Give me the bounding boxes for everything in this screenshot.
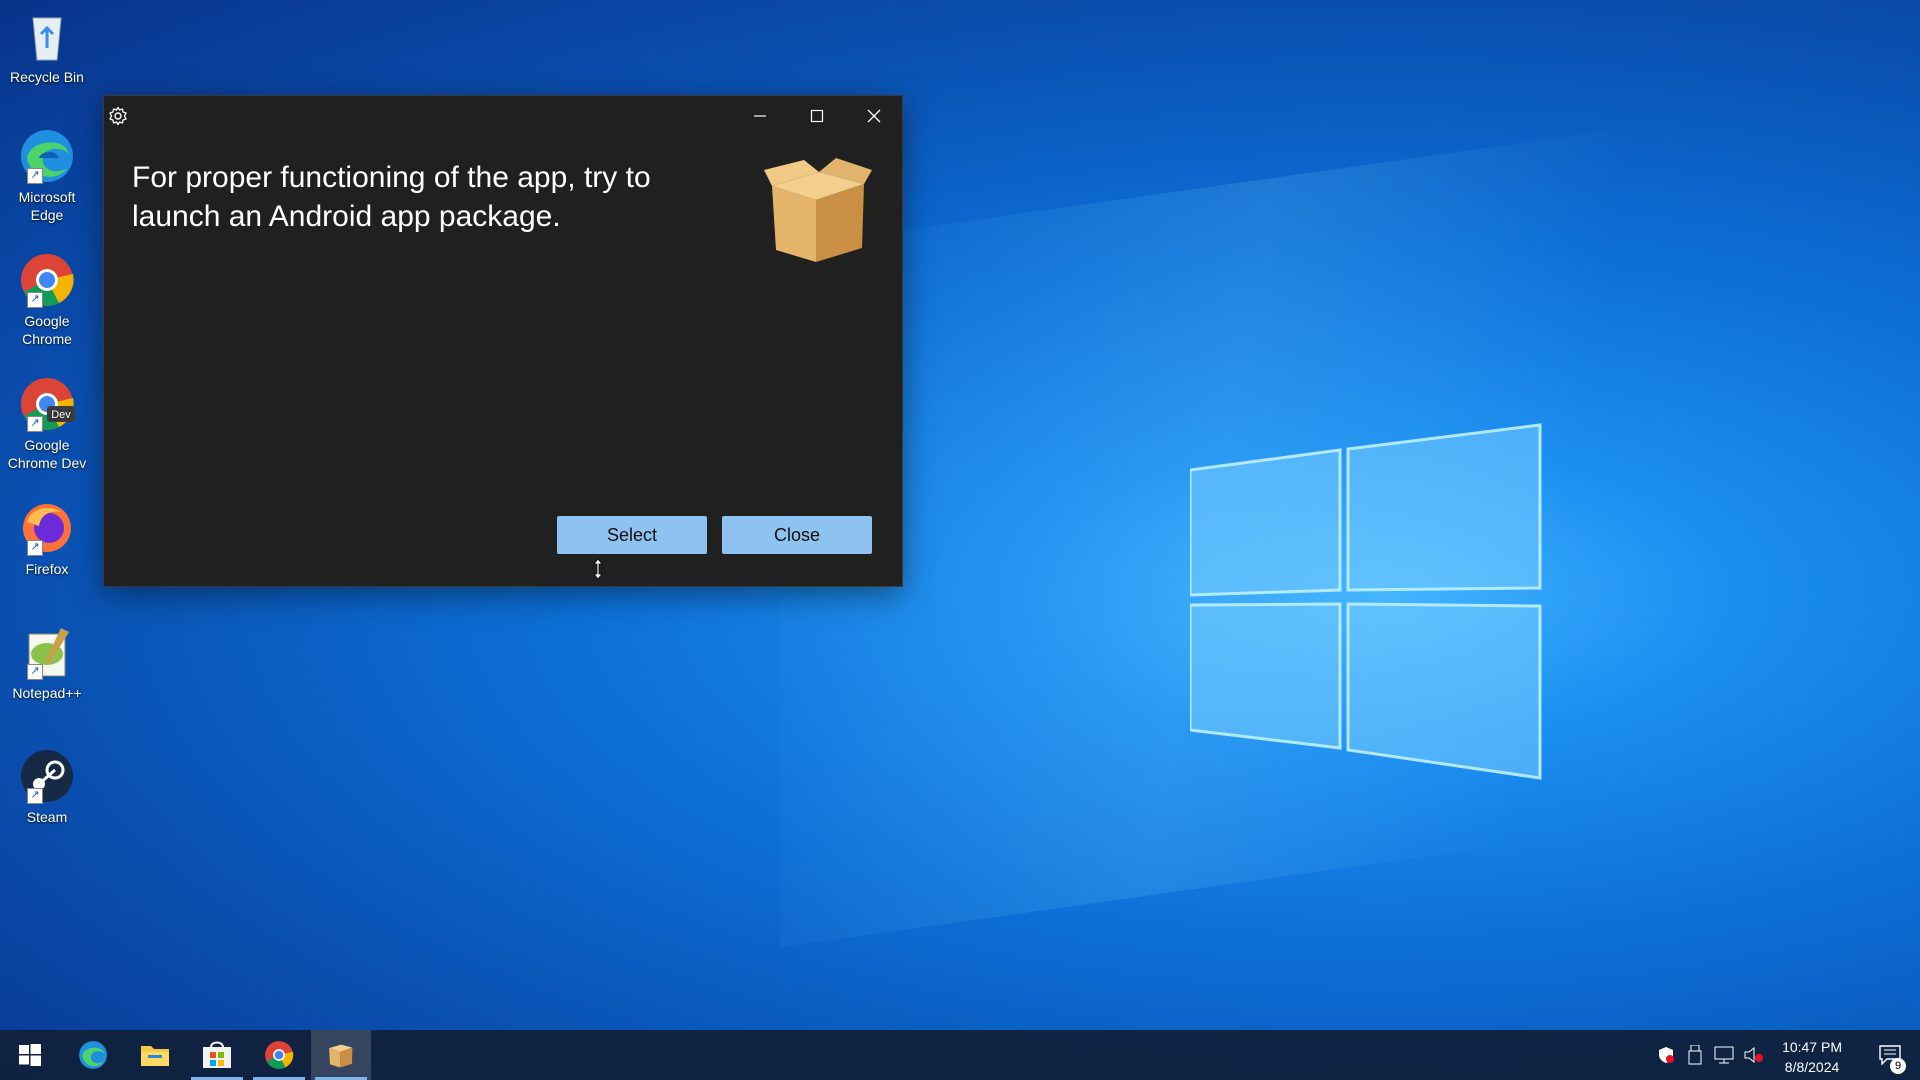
notepadpp-icon: ↗ <box>19 624 75 680</box>
shortcut-arrow-icon: ↗ <box>27 416 43 432</box>
shortcut-arrow-icon: ↗ <box>27 664 43 680</box>
dialog-message: For proper functioning of the app, try t… <box>132 161 651 233</box>
minimize-button[interactable] <box>732 96 788 136</box>
desktop-icon-google-chrome-dev[interactable]: Dev ↗ Google Chrome Dev <box>4 376 90 472</box>
edge-icon: ↗ <box>19 128 75 184</box>
desktop-icon-microsoft-edge[interactable]: ↗ Microsoft Edge <box>4 128 90 224</box>
action-center-button[interactable] <box>1870 1030 1910 1080</box>
taskbar-edge[interactable] <box>63 1030 123 1080</box>
taskbar: 10:47 PM 8/8/2024 9 <box>0 1030 1920 1080</box>
desktop-icon-label: Google Chrome Dev <box>7 437 87 471</box>
close-button[interactable]: Close <box>722 516 872 554</box>
desktop-icon-label: Google Chrome <box>22 313 72 347</box>
shortcut-arrow-icon: ↗ <box>27 788 43 804</box>
clock-date: 8/8/2024 <box>1784 1059 1840 1075</box>
desktop-icon-notepadpp[interactable]: ↗ Notepad++ <box>4 624 90 702</box>
chrome-dev-icon <box>265 1041 294 1069</box>
shortcut-arrow-icon: ↗ <box>27 292 43 308</box>
desktop-icon-firefox[interactable]: ↗ Firefox <box>4 500 90 578</box>
recycle-bin-icon <box>19 8 75 64</box>
maximize-icon <box>810 109 824 123</box>
firefox-icon: ↗ <box>19 500 75 556</box>
desktop-icon-label: Firefox <box>25 561 69 577</box>
start-button[interactable] <box>0 1030 60 1080</box>
security-icon <box>1659 1047 1674 1063</box>
edge-icon <box>79 1041 107 1069</box>
network-icon <box>1714 1046 1734 1064</box>
package-installer-icon <box>329 1044 353 1068</box>
settings-button[interactable] <box>98 96 138 136</box>
title-bar[interactable] <box>104 96 902 136</box>
steam-icon: ↗ <box>19 748 75 804</box>
desktop-icon-label: Recycle Bin <box>10 69 84 85</box>
taskbar-microsoft-store[interactable] <box>187 1030 247 1080</box>
svg-text:Dev: Dev <box>51 409 71 421</box>
desktop-icon-label: Steam <box>26 809 68 825</box>
tray-volume[interactable] <box>1740 1030 1768 1080</box>
start-icon <box>19 1044 41 1066</box>
taskbar-package-installer[interactable] <box>311 1030 371 1080</box>
usb-drive-icon <box>1688 1045 1702 1065</box>
desktop-icon-steam[interactable]: ↗ Steam <box>4 748 90 826</box>
select-button[interactable]: Select <box>557 516 707 554</box>
close-window-button[interactable] <box>846 96 902 136</box>
notification-count-badge: 9 <box>1890 1058 1906 1074</box>
close-icon <box>867 109 881 123</box>
tray-usb[interactable] <box>1682 1030 1708 1080</box>
maximize-button[interactable] <box>789 96 845 136</box>
installer-dialog-window: For proper functioning of the app, try t… <box>104 96 902 586</box>
windows-logo-wallpaper <box>1190 423 1542 780</box>
gear-icon <box>109 106 127 126</box>
chrome-icon: ↗ <box>19 252 75 308</box>
microsoft-store-icon <box>203 1041 231 1068</box>
file-explorer-icon <box>141 1046 169 1066</box>
desktop-icon-google-chrome[interactable]: ↗ Google Chrome <box>4 252 90 348</box>
wallpaper-light-beam <box>780 92 1880 948</box>
tray-network[interactable] <box>1710 1030 1738 1080</box>
desktop-icon-recycle-bin[interactable]: Recycle Bin <box>4 8 90 86</box>
resize-vertical-cursor-icon <box>593 558 603 580</box>
package-box-icon <box>764 158 872 262</box>
volume-muted-icon <box>1744 1046 1763 1064</box>
taskbar-clock[interactable]: 10:47 PM 8/8/2024 <box>1782 1037 1842 1077</box>
taskbar-file-explorer[interactable] <box>125 1030 185 1080</box>
shortcut-arrow-icon: ↗ <box>27 540 43 556</box>
taskbar-chrome-dev[interactable] <box>249 1030 309 1080</box>
desktop-icon-label: Notepad++ <box>12 685 82 701</box>
chrome-dev-icon: Dev ↗ <box>19 376 75 432</box>
clock-time: 10:47 PM <box>1782 1039 1842 1055</box>
shortcut-arrow-icon: ↗ <box>27 168 43 184</box>
tray-security[interactable] <box>1652 1030 1680 1080</box>
minimize-icon <box>754 115 766 117</box>
desktop-icon-label: Microsoft Edge <box>18 189 76 223</box>
